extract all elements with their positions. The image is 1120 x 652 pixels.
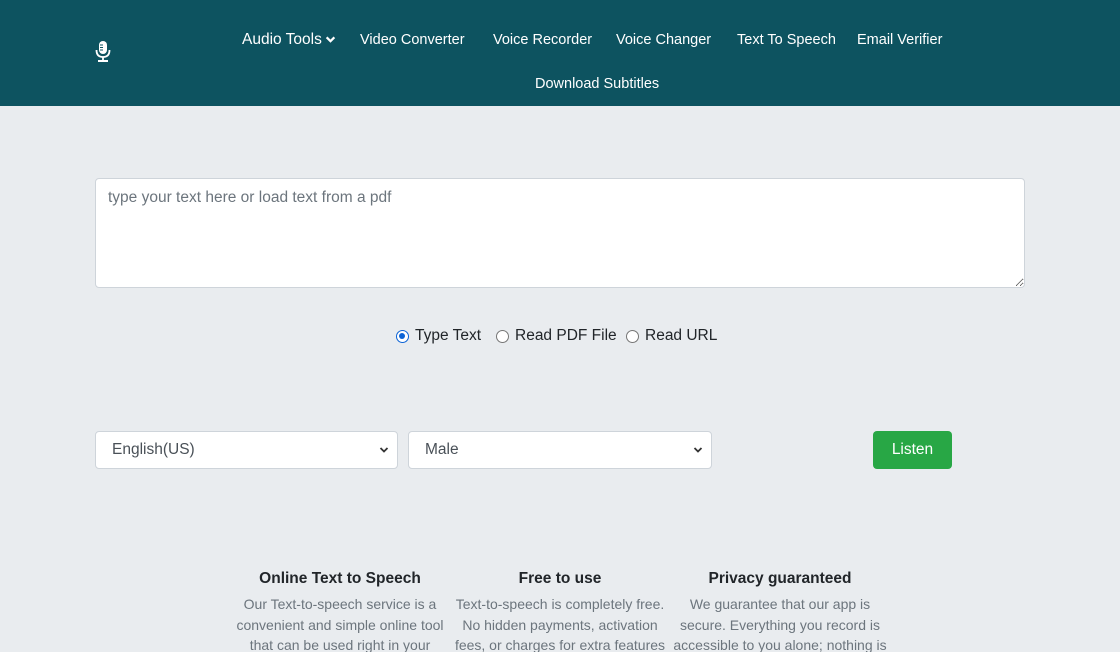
nav-email-verifier[interactable]: Email Verifier: [857, 28, 942, 52]
language-select[interactable]: English(US): [95, 431, 398, 469]
voice-select[interactable]: Male: [408, 431, 712, 469]
source-radio-group: Type Text Read PDF File Read URL: [0, 327, 1120, 349]
radio-label: Type Text: [415, 327, 482, 344]
radio-label: Read PDF File: [515, 327, 617, 344]
nav-download-subtitles[interactable]: Download Subtitles: [535, 72, 659, 96]
radio-label: Read URL: [645, 327, 718, 344]
nav-text-to-speech[interactable]: Text To Speech: [737, 28, 836, 52]
feature-text: We guarantee that our app is secure. Eve…: [673, 596, 887, 652]
nav-voice-recorder[interactable]: Voice Recorder: [493, 28, 592, 52]
chevron-down-icon: [379, 447, 389, 453]
radio-read-pdf[interactable]: Read PDF File: [496, 327, 617, 345]
microphone-icon[interactable]: [95, 41, 111, 63]
nav-audio-tools[interactable]: Audio Tools: [242, 28, 336, 52]
nav-video-converter[interactable]: Video Converter: [360, 28, 465, 52]
chevron-down-icon: [325, 36, 335, 43]
nav-audio-tools-label: Audio Tools: [242, 31, 322, 48]
radio-button[interactable]: [626, 329, 639, 343]
feature-title: Privacy guaranteed: [708, 570, 852, 587]
radio-type-text[interactable]: Type Text: [396, 327, 481, 345]
feature-text: Our Text-to-speech service is a convenie…: [236, 596, 444, 652]
top-navbar: Audio Tools Video Converter Voice Record…: [0, 0, 1120, 106]
feature-privacy: Privacy guaranteed We guarantee that our…: [672, 568, 888, 652]
radio-button-checked[interactable]: [396, 329, 409, 343]
listen-button[interactable]: Listen: [873, 431, 952, 469]
radio-read-url[interactable]: Read URL: [626, 327, 717, 345]
feature-online-tts: Online Text to Speech Our Text-to-speech…: [232, 568, 448, 652]
nav-voice-changer[interactable]: Voice Changer: [616, 28, 711, 52]
chevron-down-icon: [693, 447, 703, 453]
voice-select-value: Male: [425, 441, 459, 458]
text-input[interactable]: [95, 178, 1025, 288]
feature-title: Free to use: [518, 570, 602, 587]
feature-text: Text-to-speech is completely free. No hi…: [454, 596, 666, 652]
feature-free: Free to use Text-to-speech is completely…: [452, 568, 668, 652]
radio-button[interactable]: [496, 329, 509, 343]
feature-title: Online Text to Speech: [259, 570, 421, 587]
language-select-value: English(US): [112, 441, 195, 458]
